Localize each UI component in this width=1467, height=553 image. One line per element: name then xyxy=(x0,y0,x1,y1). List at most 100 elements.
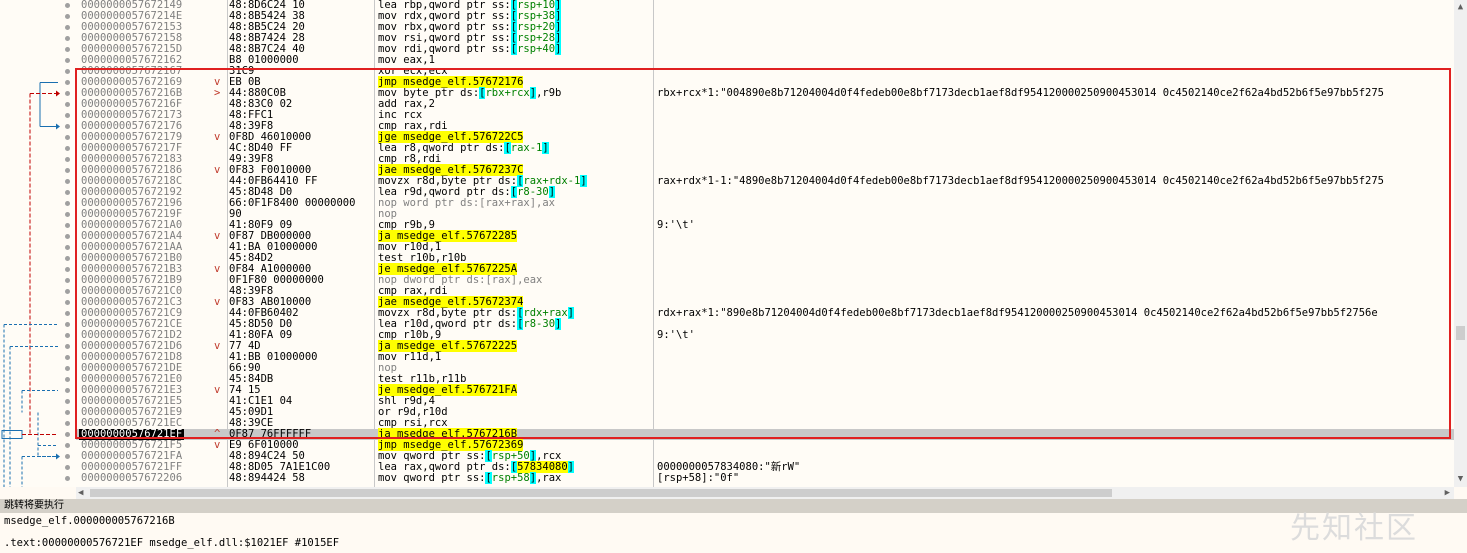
breakpoint-dot[interactable] xyxy=(65,102,70,107)
row-address: 0000000057672206 xyxy=(81,472,183,484)
breakpoint-dot[interactable] xyxy=(65,135,70,140)
instruction-token: nop word ptr ds:[rax+rax],ax xyxy=(378,197,556,209)
row-comment: rax+rdx*1-1:"4890e8b71204004d0f4fedeb00e… xyxy=(657,175,1384,187)
row-comment: 9:'\t' xyxy=(657,329,695,341)
jump-direction-marker: v xyxy=(214,340,221,352)
breakpoint-dot[interactable] xyxy=(65,47,70,52)
instruction-row[interactable]: 0000000057672206 48:894424 58 mov qword pt… xyxy=(76,472,1454,484)
watermark-logo: 先知社区 xyxy=(1290,511,1418,546)
horizontal-scroll-thumb[interactable] xyxy=(90,489,1112,497)
instruction-row[interactable]: 0000000057672167 31C9 xor ecx,ecx xyxy=(76,66,1454,77)
breakpoint-dot[interactable] xyxy=(65,3,70,8)
vertical-scroll-thumb[interactable] xyxy=(1456,326,1465,340)
jump-direction-marker: v xyxy=(214,439,221,451)
breakpoint-dot[interactable] xyxy=(65,454,70,459)
breakpoint-dot[interactable] xyxy=(65,344,70,349)
row-bytes: 66:0F1F8400 00000000 xyxy=(229,197,356,209)
breakpoint-dot[interactable] xyxy=(65,366,70,371)
instruction-row[interactable]: 0000000057672173 48:FFC1 inc rcx xyxy=(76,110,1454,121)
breakpoint-dot[interactable] xyxy=(65,201,70,206)
breakpoint-dot[interactable] xyxy=(65,113,70,118)
instruction-row[interactable]: 00000000576721D2 41:80FA 09 cmp r10b,9 9:'\… xyxy=(76,330,1454,341)
instruction-row[interactable]: 0000000057672162 B8 01000000 mov eax,1 xyxy=(76,55,1454,66)
breakpoint-dot[interactable] xyxy=(65,14,70,19)
breakpoint-dot[interactable] xyxy=(65,245,70,250)
location-text[interactable]: .text:00000000576721EF msedge_elf.dll:$1… xyxy=(4,537,339,549)
jump-direction-marker: v xyxy=(214,230,221,242)
breakpoint-dot[interactable] xyxy=(65,223,70,228)
breakpoint-dot[interactable] xyxy=(65,432,70,437)
breakpoint-dot[interactable] xyxy=(65,80,70,85)
breakpoint-dot[interactable] xyxy=(65,278,70,283)
instruction-token: rsp+58 xyxy=(491,472,530,484)
breakpoint-dot[interactable] xyxy=(65,146,70,151)
breakpoint-dot[interactable] xyxy=(65,25,70,30)
breakpoint-dot[interactable] xyxy=(65,212,70,217)
instruction-row[interactable]: 000000005767217F 4C:8D40 FF lea r8,qword p… xyxy=(76,142,1454,154)
current-ip-marker xyxy=(1,430,23,439)
instruction-row[interactable]: 000000005767216F 48:83C0 02 add rax,2 xyxy=(76,99,1454,110)
instruction-row[interactable]: 00000000576721B9 0F1F80 00000000 nop dword… xyxy=(76,275,1454,286)
breakpoint-dot[interactable] xyxy=(65,157,70,162)
breakpoint-dot[interactable] xyxy=(65,465,70,470)
breakpoint-dot[interactable] xyxy=(65,388,70,393)
breakpoint-dot[interactable] xyxy=(65,322,70,327)
horizontal-scrollbar[interactable]: ◀ ▶ xyxy=(76,487,1454,499)
instruction-token: ] xyxy=(555,43,562,55)
instruction-token: ,r9b xyxy=(536,87,562,99)
instruction-row[interactable]: 00000000576721E0 45:84DB test r11b,r11b xyxy=(76,374,1454,385)
scroll-down-icon[interactable]: ▼ xyxy=(1454,474,1467,485)
breakpoint-dot[interactable] xyxy=(65,421,70,426)
instruction-row[interactable]: 00000000576721DE 66:90 nop xyxy=(76,363,1454,374)
breakpoint-gutter[interactable] xyxy=(60,0,76,487)
instruction-row[interactable]: 00000000576721D8 41:BB 01000000 mov r11d,1 xyxy=(76,352,1454,363)
breakpoint-dot[interactable] xyxy=(65,355,70,360)
breakpoint-dot[interactable] xyxy=(65,377,70,382)
info-panel: 跳转将要执行 msedge_elf.000000005767216B .text… xyxy=(0,499,1467,553)
disassembly-view[interactable]: 0000000057672149 48:8D6C24 10 lea rbp,qwor… xyxy=(0,0,1454,487)
row-instruction: mov qword ptr ss:[rsp+58],rax xyxy=(378,472,561,484)
jump-target-text[interactable]: msedge_elf.000000005767216B xyxy=(4,515,175,527)
jump-direction-marker: v xyxy=(214,164,221,176)
breakpoint-dot[interactable] xyxy=(65,190,70,195)
vertical-scrollbar[interactable]: ▲ ▼ xyxy=(1454,0,1467,487)
jump-direction-marker: > xyxy=(214,87,221,99)
instruction-row[interactable]: 00000000576721AA 41:BA 01000000 mov r10d,1 xyxy=(76,242,1454,253)
breakpoint-dot[interactable] xyxy=(65,168,70,173)
breakpoint-dot[interactable] xyxy=(65,267,70,272)
instruction-token: ] xyxy=(542,142,549,154)
instruction-row[interactable]: 00000000576721E5 41:C1E1 04 shl r9d,4 xyxy=(76,396,1454,407)
breakpoint-dot[interactable] xyxy=(65,476,70,481)
instruction-token: r8-30 xyxy=(523,318,556,330)
instruction-token: ] xyxy=(580,175,587,187)
breakpoint-dot[interactable] xyxy=(65,410,70,415)
row-comment: 9:'\t' xyxy=(657,219,695,231)
row-comment: rdx+rax*1:"890e8b71204004d0f4fedeb00e8bf… xyxy=(657,307,1378,319)
breakpoint-dot[interactable] xyxy=(65,256,70,261)
breakpoint-dot[interactable] xyxy=(65,124,70,129)
jump-direction-marker: v xyxy=(214,384,221,396)
breakpoint-dot[interactable] xyxy=(65,443,70,448)
breakpoint-dot[interactable] xyxy=(65,36,70,41)
row-comment: [rsp+58]:"0f" xyxy=(657,472,740,484)
breakpoint-dot[interactable] xyxy=(65,311,70,316)
breakpoint-dot[interactable] xyxy=(65,58,70,63)
scroll-left-icon[interactable]: ◀ xyxy=(78,487,83,499)
instruction-row[interactable]: 00000000576721E9 45:09D1 or r9d,r10d xyxy=(76,407,1454,418)
breakpoint-dot[interactable] xyxy=(65,333,70,338)
breakpoint-dot[interactable] xyxy=(65,399,70,404)
row-instruction: nop word ptr ds:[rax+rax],ax xyxy=(378,198,555,209)
scroll-up-icon[interactable]: ▲ xyxy=(1454,2,1467,13)
breakpoint-dot[interactable] xyxy=(65,69,70,74)
instruction-token: rbx+rcx xyxy=(485,87,530,99)
breakpoint-dot[interactable] xyxy=(65,300,70,305)
breakpoint-dot[interactable] xyxy=(65,91,70,96)
row-bytes: 48:894424 58 xyxy=(229,472,305,484)
breakpoint-dot[interactable] xyxy=(65,289,70,294)
breakpoint-dot[interactable] xyxy=(65,234,70,239)
scroll-right-icon[interactable]: ▶ xyxy=(1445,487,1450,499)
breakpoint-dot[interactable] xyxy=(65,179,70,184)
jump-direction-marker: v xyxy=(214,296,221,308)
instruction-token: rsp+40 xyxy=(517,43,556,55)
instruction-row[interactable]: 0000000057672196 66:0F1F8400 00000000 nop … xyxy=(76,198,1454,209)
